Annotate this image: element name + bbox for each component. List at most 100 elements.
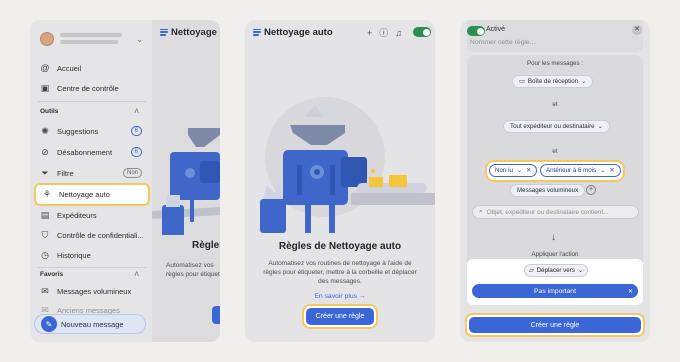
count-badge: 6 xyxy=(130,147,142,157)
close-icon[interactable]: ✕ xyxy=(628,288,633,295)
chevron-down-icon: ⌄ xyxy=(600,167,606,174)
section-header-label: Outils xyxy=(40,108,59,115)
new-message-button[interactable]: ✎ Nouveau message xyxy=(34,314,146,334)
chevron-up-icon[interactable]: ˄ xyxy=(134,269,139,279)
empty-state-heading: Règles xyxy=(192,240,220,251)
close-icon[interactable]: ✕ xyxy=(609,167,614,174)
auto-clean-panel: Nettoyage auto + ⓘ ♫ Règles de Nettoyage a… xyxy=(245,20,435,342)
sidebar-item-label: Contrôle de confidentiali... xyxy=(57,230,144,240)
rule-active-toggle[interactable] xyxy=(467,26,485,36)
for-messages-label: Pour les messages : xyxy=(526,60,584,67)
sidebar-item-label: Suggestions xyxy=(57,126,99,136)
app-logo-icon xyxy=(160,28,168,36)
status-badge: Non xyxy=(122,168,142,178)
active-label: Activé xyxy=(486,26,506,33)
rule-name-input[interactable]: Nommer cette règle... xyxy=(470,39,535,46)
empty-state-heading: Règles de Nettoyage auto xyxy=(278,241,402,252)
count-badge: 6 xyxy=(130,126,142,136)
create-rule-button-partial[interactable] xyxy=(212,306,220,324)
sidebar-panel: ⌄ @ Accueil ▣ Centre de contrôle Outils … xyxy=(30,20,220,342)
condition-chip-older[interactable]: Antérieur à 6 mois ⌄ ✕ xyxy=(540,164,621,177)
sidebar-item-label: Centre de contrôle xyxy=(57,83,119,93)
search-icon: ⌕ xyxy=(479,208,483,215)
close-icon[interactable]: ✕ xyxy=(526,167,531,174)
folder-icon: ▱ xyxy=(528,267,534,274)
main-preview: Nettoyage Règles Automatisez vos règles … xyxy=(152,20,220,342)
close-icon[interactable]: ✕ xyxy=(632,25,642,35)
grid-icon: ▣ xyxy=(40,82,50,93)
inbox-icon: ▭ xyxy=(519,78,525,85)
chip-label: Non lu xyxy=(495,167,513,174)
cleanup-illustration xyxy=(260,97,435,233)
search-placeholder: Objet, expéditeur ou destinataire contie… xyxy=(486,208,609,216)
account-email-redacted xyxy=(60,40,118,44)
unsubscribe-icon: ⊘ xyxy=(41,146,49,157)
destination-folder-chip[interactable]: Pas important ✕ xyxy=(472,284,638,298)
description-line: Automatisez vos routines de nettoyage à … xyxy=(268,260,412,267)
sidebar-item-unsubscribe[interactable]: ⊘ Désabonnement 6 xyxy=(38,144,146,160)
sidebar-item-label: Historique xyxy=(57,250,91,260)
inbox-dropdown-label: Boîte de réception xyxy=(527,78,579,85)
help-icon[interactable]: ⓘ xyxy=(379,28,388,38)
sidebar-item-privacy[interactable]: ⛉ Contrôle de confidentiali... xyxy=(38,227,146,243)
account-switcher[interactable]: ⌄ xyxy=(38,28,144,50)
arrow-down-icon: ↓ xyxy=(551,232,556,243)
plus-icon[interactable]: + xyxy=(367,28,372,38)
lightbulb-icon: ✺ xyxy=(41,125,49,136)
sidebar-item-history[interactable]: ◷ Historique xyxy=(38,247,146,263)
divider xyxy=(38,101,146,102)
apply-action-label: Appliquer l'action xyxy=(531,251,579,258)
add-condition-icon[interactable]: + xyxy=(586,185,596,195)
auto-clean-toggle[interactable] xyxy=(413,27,431,37)
description-line: des messages. xyxy=(318,278,362,285)
section-header-favorites[interactable]: Favoris xyxy=(40,271,63,278)
sidebar-item-filters[interactable]: ⏷ Filtre Non xyxy=(38,165,146,181)
chevron-down-icon: ⌄ xyxy=(516,167,523,174)
destination-label: Pas important xyxy=(534,287,576,295)
page-title: Nettoyage xyxy=(160,27,217,38)
and-label: et xyxy=(552,101,558,108)
create-rule-button[interactable]: Créer une règle xyxy=(306,308,374,325)
new-message-label: Nouveau message xyxy=(61,319,124,329)
compose-icon: ✎ xyxy=(41,316,57,332)
page-title-text: Nettoyage xyxy=(171,27,217,38)
sidebar-item-senders[interactable]: ▤ Expéditeurs xyxy=(38,207,146,223)
at-icon: @ xyxy=(40,63,50,73)
learn-more-link[interactable]: En savoir plus → xyxy=(245,293,435,300)
sidebar-item-label: Accueil xyxy=(57,63,82,73)
description-line: règles pour étiqueter, mettre à la corbe… xyxy=(263,269,417,276)
large-messages-pill[interactable]: Messages volumineux xyxy=(510,184,586,197)
create-rule-button[interactable]: Créer une règle xyxy=(469,317,641,333)
sidebar-item-suggestions[interactable]: ✺ Suggestions 6 xyxy=(38,123,146,139)
page-title: Nettoyage auto xyxy=(253,27,333,38)
rule-editor-panel: Activé ✕ Nommer cette règle... Pour les … xyxy=(460,20,650,342)
account-name-redacted xyxy=(60,33,122,37)
chevron-up-icon[interactable]: ˄ xyxy=(134,106,139,116)
filter-icon: ⏷ xyxy=(41,167,49,178)
sidebar-item-auto-clean[interactable]: ⚘ Nettoyage auto xyxy=(40,186,148,202)
sidebar-item-large-messages[interactable]: ✉ Messages volumineux xyxy=(38,283,146,299)
description-line: Automatisez vos xyxy=(166,262,214,269)
sidebar: ⌄ @ Accueil ▣ Centre de contrôle Outils … xyxy=(30,20,152,342)
sidebar-item-label: Filtre xyxy=(57,168,74,178)
bell-icon[interactable]: ♫ xyxy=(395,28,402,38)
sidebar-item-label: Messages volumineux xyxy=(57,286,132,296)
sender-dropdown-label: Tout expéditeur ou destinataire xyxy=(510,123,595,130)
move-to-dropdown[interactable]: ▱ Déplacer vers ⌄ xyxy=(524,264,588,277)
inbox-dropdown[interactable]: ▭ Boîte de réception ⌄ xyxy=(512,75,594,88)
sender-dropdown[interactable]: Tout expéditeur ou destinataire ⌄ xyxy=(503,120,610,133)
search-input[interactable]: ⌕ Objet, expéditeur ou destinataire cont… xyxy=(472,205,639,219)
sidebar-item-label: Nettoyage auto xyxy=(59,189,110,199)
condition-chip-unread[interactable]: Non lu ⌄ ✕ xyxy=(489,164,538,177)
rule-header-card xyxy=(467,20,643,52)
sidebar-item-control-center[interactable]: ▣ Centre de contrôle xyxy=(38,80,146,96)
chevron-down-icon: ⌄ xyxy=(136,34,144,44)
sidebar-item-label: Expéditeurs xyxy=(57,210,97,220)
chevron-down-icon: ⌄ xyxy=(577,267,584,274)
and-label: et xyxy=(552,148,558,155)
divider xyxy=(38,267,146,268)
section-header-tools[interactable]: Outils xyxy=(40,108,58,115)
avatar xyxy=(40,32,54,46)
sidebar-item-label: Désabonnement xyxy=(57,147,113,157)
sidebar-item-home[interactable]: @ Accueil xyxy=(38,60,146,76)
